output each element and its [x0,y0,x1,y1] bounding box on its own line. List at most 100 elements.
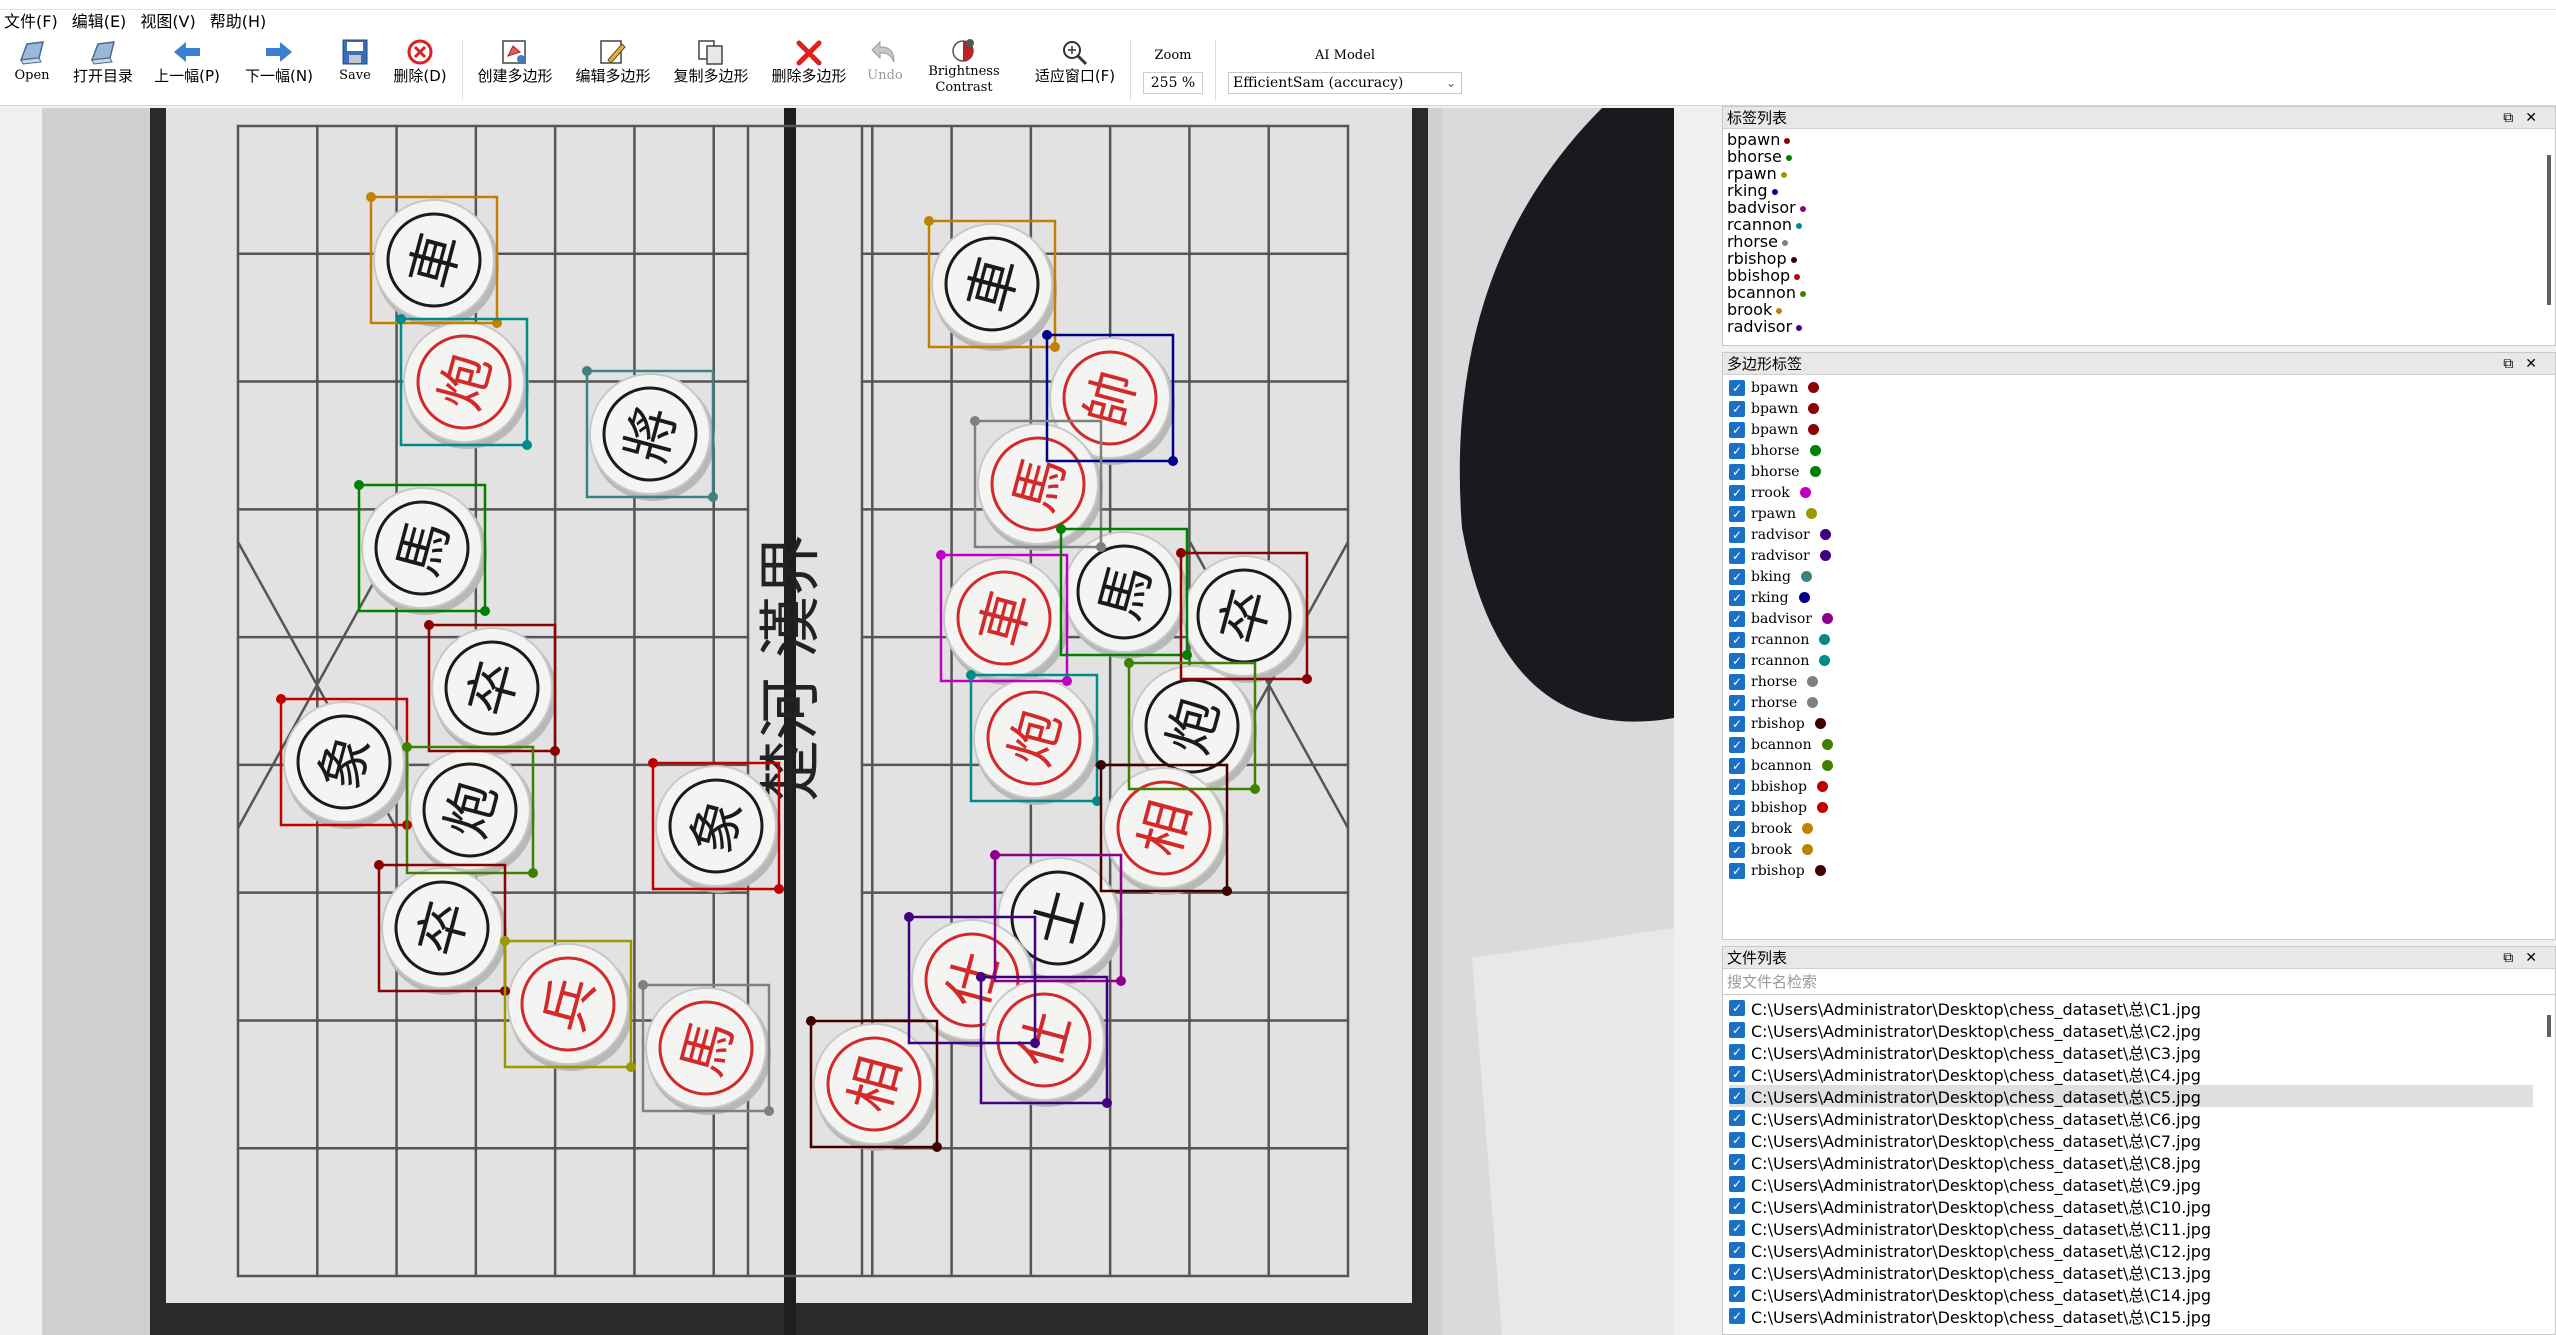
create-polygon-button[interactable]: 创建多边形 [474,36,556,102]
checkbox-checked-icon[interactable]: ✓ [1729,421,1745,438]
box-vertex-handle[interactable] [1176,548,1186,558]
label-list-item[interactable]: bpawn [1727,131,2555,148]
box-vertex-handle[interactable] [1042,330,1052,340]
checkbox-checked-icon[interactable]: ✓ [1729,673,1745,690]
polygon-list-item[interactable]: ✓ rrook [1729,482,2555,503]
edit-polygon-button[interactable]: 编辑多边形 [572,36,654,102]
checkbox-checked-icon[interactable]: ✓ [1729,505,1745,522]
dock-buttons-icon[interactable]: ⧉✕ [2503,947,2549,969]
checkbox-checked-icon[interactable]: ✓ [1729,484,1745,501]
checkbox-checked-icon[interactable]: ✓ [1729,442,1745,459]
checkbox-checked-icon[interactable]: ✓ [1729,1264,1745,1280]
box-vertex-handle[interactable] [976,972,986,982]
polygon-list-item[interactable]: ✓ brook [1729,818,2555,839]
file-list-item[interactable]: ✓ C:\Users\Administrator\Desktop\chess_da… [1729,1239,2555,1261]
zoom-input[interactable]: 255 % [1143,72,1203,94]
box-vertex-handle[interactable] [1182,650,1192,660]
box-vertex-handle[interactable] [276,694,286,704]
label-list-item[interactable]: bhorse [1727,148,2555,165]
checkbox-checked-icon[interactable]: ✓ [1729,715,1745,732]
box-vertex-handle[interactable] [904,912,914,922]
polygon-list-item[interactable]: ✓ bhorse [1729,461,2555,482]
checkbox-checked-icon[interactable]: ✓ [1729,1154,1745,1170]
checkbox-checked-icon[interactable]: ✓ [1729,568,1745,585]
box-vertex-handle[interactable] [1062,676,1072,686]
box-vertex-handle[interactable] [354,480,364,490]
checkbox-checked-icon[interactable]: ✓ [1729,841,1745,858]
file-list-item[interactable]: ✓ C:\Users\Administrator\Desktop\chess_da… [1729,1173,2555,1195]
polygon-list-item[interactable]: ✓ bhorse [1729,440,2555,461]
box-vertex-handle[interactable] [1124,658,1134,668]
box-vertex-handle[interactable] [924,216,934,226]
box-vertex-handle[interactable] [708,492,718,502]
menu-file[interactable]: 文件(F) [0,10,68,34]
menu-help[interactable]: 帮助(H) [206,10,277,34]
checkbox-checked-icon[interactable]: ✓ [1729,589,1745,606]
menu-edit[interactable]: 编辑(E) [68,10,137,34]
box-vertex-handle[interactable] [1096,542,1106,552]
file-list-item[interactable]: ✓ C:\Users\Administrator\Desktop\chess_da… [1729,1085,2533,1107]
dock-buttons-icon[interactable]: ⧉✕ [2503,107,2549,129]
polygon-list-item[interactable]: ✓ rbishop [1729,713,2555,734]
file-search-input[interactable]: 搜文件名检索 [1723,969,2555,995]
checkbox-checked-icon[interactable]: ✓ [1729,1088,1745,1104]
polygon-list-item[interactable]: ✓ bpawn [1729,377,2555,398]
checkbox-checked-icon[interactable]: ✓ [1729,1286,1745,1302]
label-list-scrollbar[interactable] [2547,155,2551,305]
box-vertex-handle[interactable] [990,850,1000,860]
box-vertex-handle[interactable] [626,1062,636,1072]
checkbox-checked-icon[interactable]: ✓ [1729,400,1745,417]
checkbox-checked-icon[interactable]: ✓ [1729,1132,1745,1148]
checkbox-checked-icon[interactable]: ✓ [1729,1044,1745,1060]
next-image-button[interactable]: 下一幅(N) [242,36,316,102]
ai-model-select[interactable]: EfficientSam (accuracy) ⌄ [1228,72,1462,94]
checkbox-checked-icon[interactable]: ✓ [1729,1242,1745,1258]
label-list-item[interactable]: rhorse [1727,233,2555,250]
polygon-list-item[interactable]: ✓ rpawn [1729,503,2555,524]
box-vertex-handle[interactable] [366,192,376,202]
box-vertex-handle[interactable] [500,936,510,946]
box-vertex-handle[interactable] [806,1016,816,1026]
checkbox-checked-icon[interactable]: ✓ [1729,652,1745,669]
polygon-list-item[interactable]: ✓ bking [1729,566,2555,587]
polygon-list-item[interactable]: ✓ rcannon [1729,629,2555,650]
file-list-item[interactable]: ✓ C:\Users\Administrator\Desktop\chess_da… [1729,1195,2555,1217]
box-vertex-handle[interactable] [966,670,976,680]
box-vertex-handle[interactable] [1050,342,1060,352]
box-vertex-handle[interactable] [1222,886,1232,896]
box-vertex-handle[interactable] [550,746,560,756]
file-list-item[interactable]: ✓ C:\Users\Administrator\Desktop\chess_da… [1729,1063,2555,1085]
checkbox-checked-icon[interactable]: ✓ [1729,799,1745,816]
box-vertex-handle[interactable] [582,366,592,376]
copy-polygon-button[interactable]: 复制多边形 [670,36,752,102]
box-vertex-handle[interactable] [396,314,406,324]
label-list-item[interactable]: bcannon [1727,284,2555,301]
file-list-item[interactable]: ✓ C:\Users\Administrator\Desktop\chess_da… [1729,1041,2555,1063]
image-canvas[interactable]: 楚河 漢界車炮將馬卒象炮象卒兵馬車帥馬車馬卒炮炮相士仕仕相 [42,108,1674,1335]
box-vertex-handle[interactable] [402,742,412,752]
checkbox-checked-icon[interactable]: ✓ [1729,1176,1745,1192]
file-list-item[interactable]: ✓ C:\Users\Administrator\Desktop\chess_da… [1729,1217,2555,1239]
label-list-item[interactable]: rcannon [1727,216,2555,233]
open-dir-button[interactable]: 打开目录 [70,36,136,102]
polygon-list-item[interactable]: ✓ rhorse [1729,671,2555,692]
undo-button[interactable]: Undo [864,36,906,102]
file-list-scrollbar[interactable] [2547,1015,2551,1037]
label-list-item[interactable]: radvisor [1727,318,2555,335]
checkbox-checked-icon[interactable]: ✓ [1729,862,1745,879]
box-vertex-handle[interactable] [638,980,648,990]
prev-image-button[interactable]: 上一幅(P) [150,36,224,102]
polygon-list-item[interactable]: ✓ rbishop [1729,860,2555,881]
checkbox-checked-icon[interactable]: ✓ [1729,736,1745,753]
box-vertex-handle[interactable] [1056,524,1066,534]
box-vertex-handle[interactable] [374,860,384,870]
box-vertex-handle[interactable] [1168,456,1178,466]
checkbox-checked-icon[interactable]: ✓ [1729,820,1745,837]
menu-view[interactable]: 视图(V) [136,10,205,34]
box-vertex-handle[interactable] [480,606,490,616]
checkbox-checked-icon[interactable]: ✓ [1729,757,1745,774]
checkbox-checked-icon[interactable]: ✓ [1729,631,1745,648]
checkbox-checked-icon[interactable]: ✓ [1729,1022,1745,1038]
file-list-item[interactable]: ✓ C:\Users\Administrator\Desktop\chess_da… [1729,1283,2555,1305]
box-vertex-handle[interactable] [648,758,658,768]
